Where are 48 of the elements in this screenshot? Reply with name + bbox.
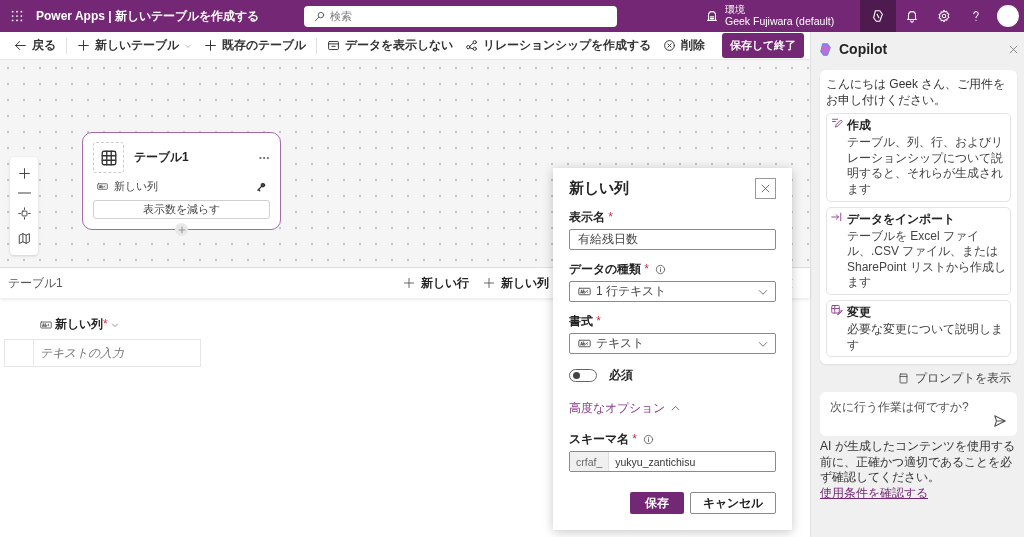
panel-title: 新しい列 <box>569 179 629 198</box>
cancel-button[interactable]: キャンセル <box>690 492 776 514</box>
field-label: 書式 * <box>569 313 601 330</box>
terms-link[interactable]: 使用条件を確認する <box>820 485 928 500</box>
suggestion-title: 変更 <box>847 303 872 321</box>
search-field[interactable]: 検索 <box>304 5 617 27</box>
toggle-label: 必須 <box>609 367 633 384</box>
greeting-text: こんにちは Geek さん、ご用件をお申し付けください。 <box>826 77 1007 109</box>
field-label: スキーマ名 * <box>569 431 637 448</box>
add-button[interactable]: 新しい行 <box>403 274 469 292</box>
suggestion-description: テーブルを Excel ファイル、.CSV ファイル、または SharePoint リストから作成します <box>847 228 1006 291</box>
advanced-options-link[interactable]: 高度なオプション <box>569 400 681 417</box>
disclaimer-text: AI が生成したコンテンツを使用する前に、正確かつ適切であることを必ず確認してください。 使用条件を確認する <box>820 439 1016 502</box>
suggestion-title: データをインポート <box>847 210 956 228</box>
schema-name-field[interactable]: crfaf_ yukyu_zantichisu <box>569 451 776 472</box>
environment-name[interactable]: Geek Fujiwara (default) <box>725 15 835 27</box>
app-title: Power Apps | 新しいテーブルを作成する <box>36 7 260 25</box>
suggestion-description: 必要な変更について説明します <box>847 321 1004 354</box>
show-less-button[interactable]: 表示数を減らす <box>93 200 270 219</box>
new-button[interactable]: 新しいテーブル <box>77 37 192 54</box>
column-name: 新しい列 <box>114 179 159 194</box>
add-button[interactable]: 既存のテーブル <box>204 37 306 54</box>
suggestion-card[interactable]: データをインポート テーブルを Excel ファイル、.CSV ファイル、または SharePoint リストから作成します <box>826 206 1011 295</box>
relation-button[interactable]: リレーションシップを作成する <box>465 37 651 54</box>
hide-button[interactable]: データを表示しない <box>327 37 453 54</box>
table-card[interactable]: テーブル1 新しい列 表示数を減らす <box>82 132 281 230</box>
dropdown[interactable]: 1 行テキスト <box>569 281 776 302</box>
field-label: 表示名 * <box>569 209 613 226</box>
suggestion-card[interactable]: 変更 必要な変更について説明します <box>826 299 1011 358</box>
grid-title: テーブル1 <box>8 274 64 292</box>
save-and-close-button[interactable]: 保存して終了 <box>722 33 804 58</box>
suggestion-description: テーブル、列、行、およびリレーションシップについて説明すると、それらが生成されます <box>847 135 1004 198</box>
save-button[interactable]: 保存 <box>630 492 684 514</box>
cell-input[interactable]: テキストの入力 <box>33 339 201 367</box>
suggestion-title: 作成 <box>847 117 872 135</box>
back-button[interactable]: 戻る <box>14 37 56 54</box>
column-header[interactable]: 新しい列* <box>55 316 108 333</box>
delete-button[interactable]: 削除 <box>663 37 705 54</box>
table-title: テーブル1 <box>134 149 190 166</box>
text-field[interactable]: 有給残日数 <box>569 229 776 250</box>
suggestion-card[interactable]: 作成 テーブル、列、行、およびリレーションシップについて説明すると、それらが生成されます <box>826 113 1011 202</box>
dropdown[interactable]: テキスト <box>569 333 776 354</box>
chat-input[interactable]: 次に行う作業は何ですか? <box>820 392 1017 437</box>
add-button[interactable]: 新しい列 <box>483 274 549 292</box>
show-prompts-button[interactable]: プロンプトを表示 <box>898 370 1011 388</box>
pane-title: Copilot <box>839 41 889 57</box>
field-label: データの種類 * <box>569 261 649 278</box>
environment-label: 環境 <box>725 5 746 16</box>
